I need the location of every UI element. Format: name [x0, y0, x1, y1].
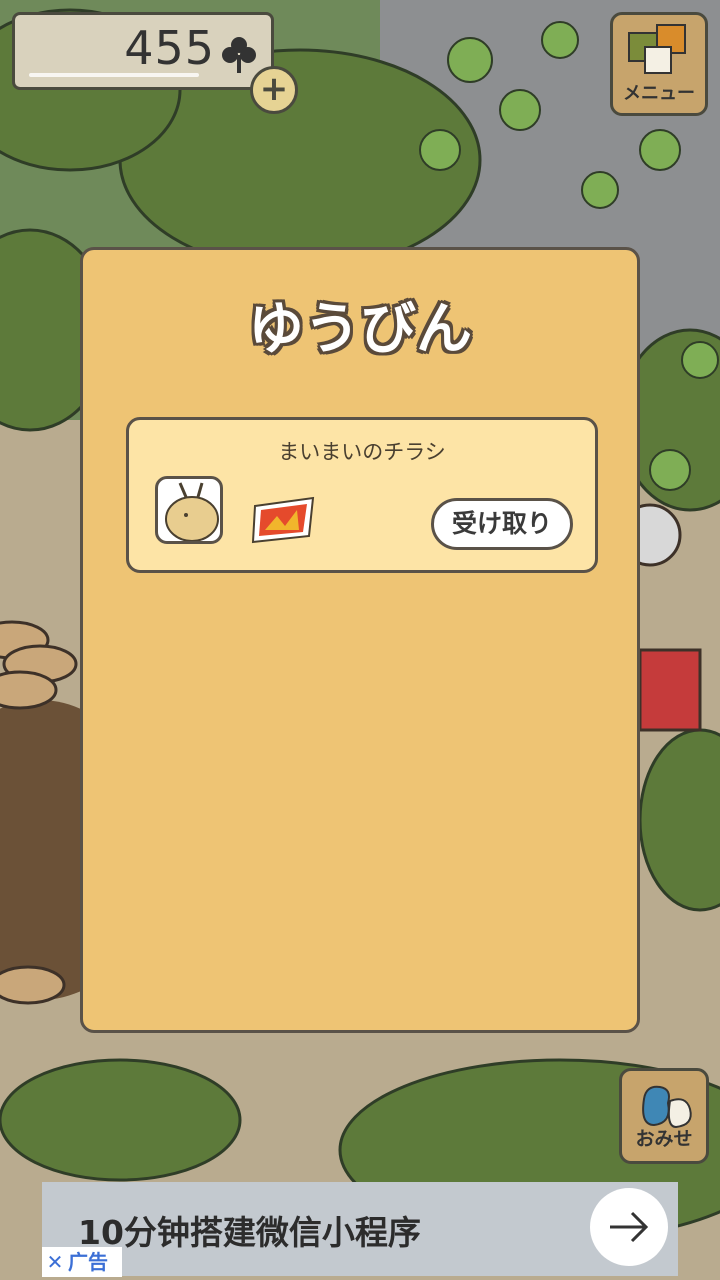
shop-label: おみせ — [635, 1128, 693, 1150]
mailbox-dialog: ゆうびん まいまいのチラシ 受け取り — [80, 247, 640, 1033]
arrow-right-icon — [610, 1211, 649, 1243]
ad-tag[interactable]: ✕ 广告 — [42, 1247, 122, 1277]
snail-avatar-icon — [155, 476, 223, 544]
mail-subject: まいまいのチラシ — [278, 440, 446, 464]
receive-button[interactable]: 受け取り — [431, 498, 573, 550]
clover-counter: 455 — [12, 12, 274, 90]
ad-banner[interactable]: 10分钟搭建微信小程序 — [42, 1182, 678, 1276]
clover-icon — [222, 37, 256, 73]
shop-button[interactable]: おみせ — [619, 1068, 709, 1164]
flyer-icon — [251, 496, 315, 544]
close-icon[interactable]: ✕ — [42, 1247, 68, 1277]
mail-item: まいまいのチラシ 受け取り — [126, 417, 598, 573]
clover-bar — [29, 73, 199, 77]
ad-tag-label: 广告 — [68, 1250, 108, 1274]
menu-label: メニュー — [623, 83, 695, 104]
mailbox-title: ゆうびん — [248, 297, 472, 362]
menu-button[interactable]: メニュー — [610, 12, 708, 116]
ad-arrow-button[interactable] — [590, 1188, 668, 1266]
add-clover-button[interactable]: + — [250, 66, 298, 114]
menu-icon — [628, 24, 686, 74]
ad-text: 10分钟搭建微信小程序 — [78, 1213, 421, 1252]
plus-icon: + — [259, 69, 289, 109]
clover-count: 455 — [124, 21, 215, 75]
